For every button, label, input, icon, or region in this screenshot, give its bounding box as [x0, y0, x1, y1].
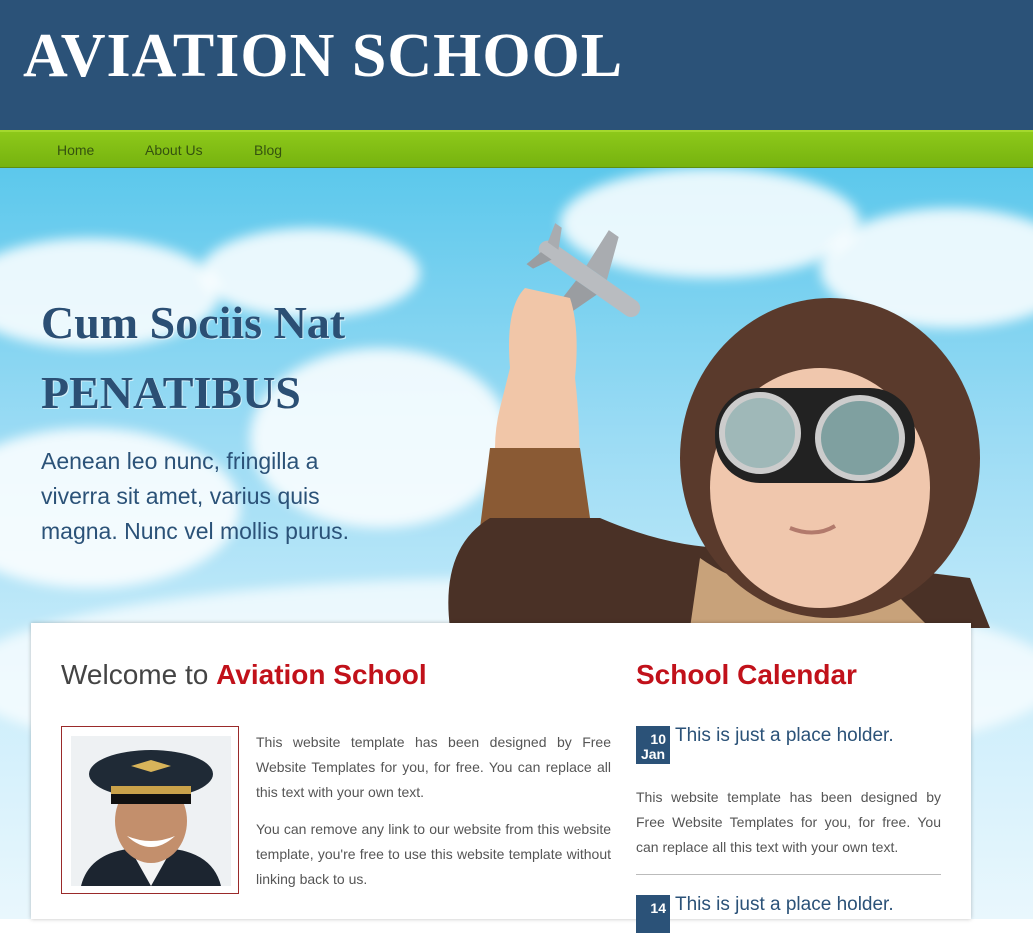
welcome-heading-prefix: Welcome to — [61, 659, 217, 690]
welcome-heading: Welcome to Aviation School — [61, 659, 427, 691]
event-description: This website template has been designed … — [636, 789, 941, 855]
child-pilot-illustration — [448, 223, 990, 628]
hero-title: Cum Sociis Nat PENATIBUS — [41, 288, 345, 428]
hero-title-line-1: Cum Sociis Nat — [41, 297, 346, 348]
pilot-photo — [71, 736, 231, 886]
event-month: Jan — [640, 746, 666, 762]
event-title-link[interactable]: This is just a place holder. — [675, 725, 894, 747]
event-date-badge: 14 — [636, 895, 670, 933]
pilot-photo-frame — [61, 726, 239, 894]
event-title-link[interactable]: This is just a place holder. — [675, 894, 894, 916]
event-day: 10 — [650, 731, 666, 747]
welcome-paragraph: This website template has been designed … — [256, 734, 611, 800]
content-panel: Welcome to Aviation School This website … — [31, 623, 971, 933]
event-date-badge: 10 Jan — [636, 726, 670, 764]
goggles-icon — [715, 388, 915, 483]
nav-item-blog[interactable]: Blog — [254, 142, 282, 158]
welcome-heading-highlight: Aviation School — [216, 659, 427, 690]
welcome-paragraph: You can remove any link to our website f… — [256, 821, 611, 887]
calendar-title: School Calendar — [636, 659, 857, 690]
event-divider — [636, 874, 941, 875]
nav-item-about-us[interactable]: About Us — [145, 142, 203, 158]
pilot-portrait-icon — [71, 736, 231, 886]
site-header: AVIATION SCHOOL — [0, 0, 1033, 130]
hero-title-line-2: PENATIBUS — [41, 367, 301, 418]
event-day: 14 — [650, 900, 666, 916]
main-nav: Home About Us Blog — [0, 130, 1033, 168]
hero-text: Aenean leo nunc, fringilla a viverra sit… — [41, 448, 350, 544]
nav-item-home[interactable]: Home — [57, 142, 94, 158]
site-logo[interactable]: AVIATION SCHOOL — [23, 18, 623, 94]
